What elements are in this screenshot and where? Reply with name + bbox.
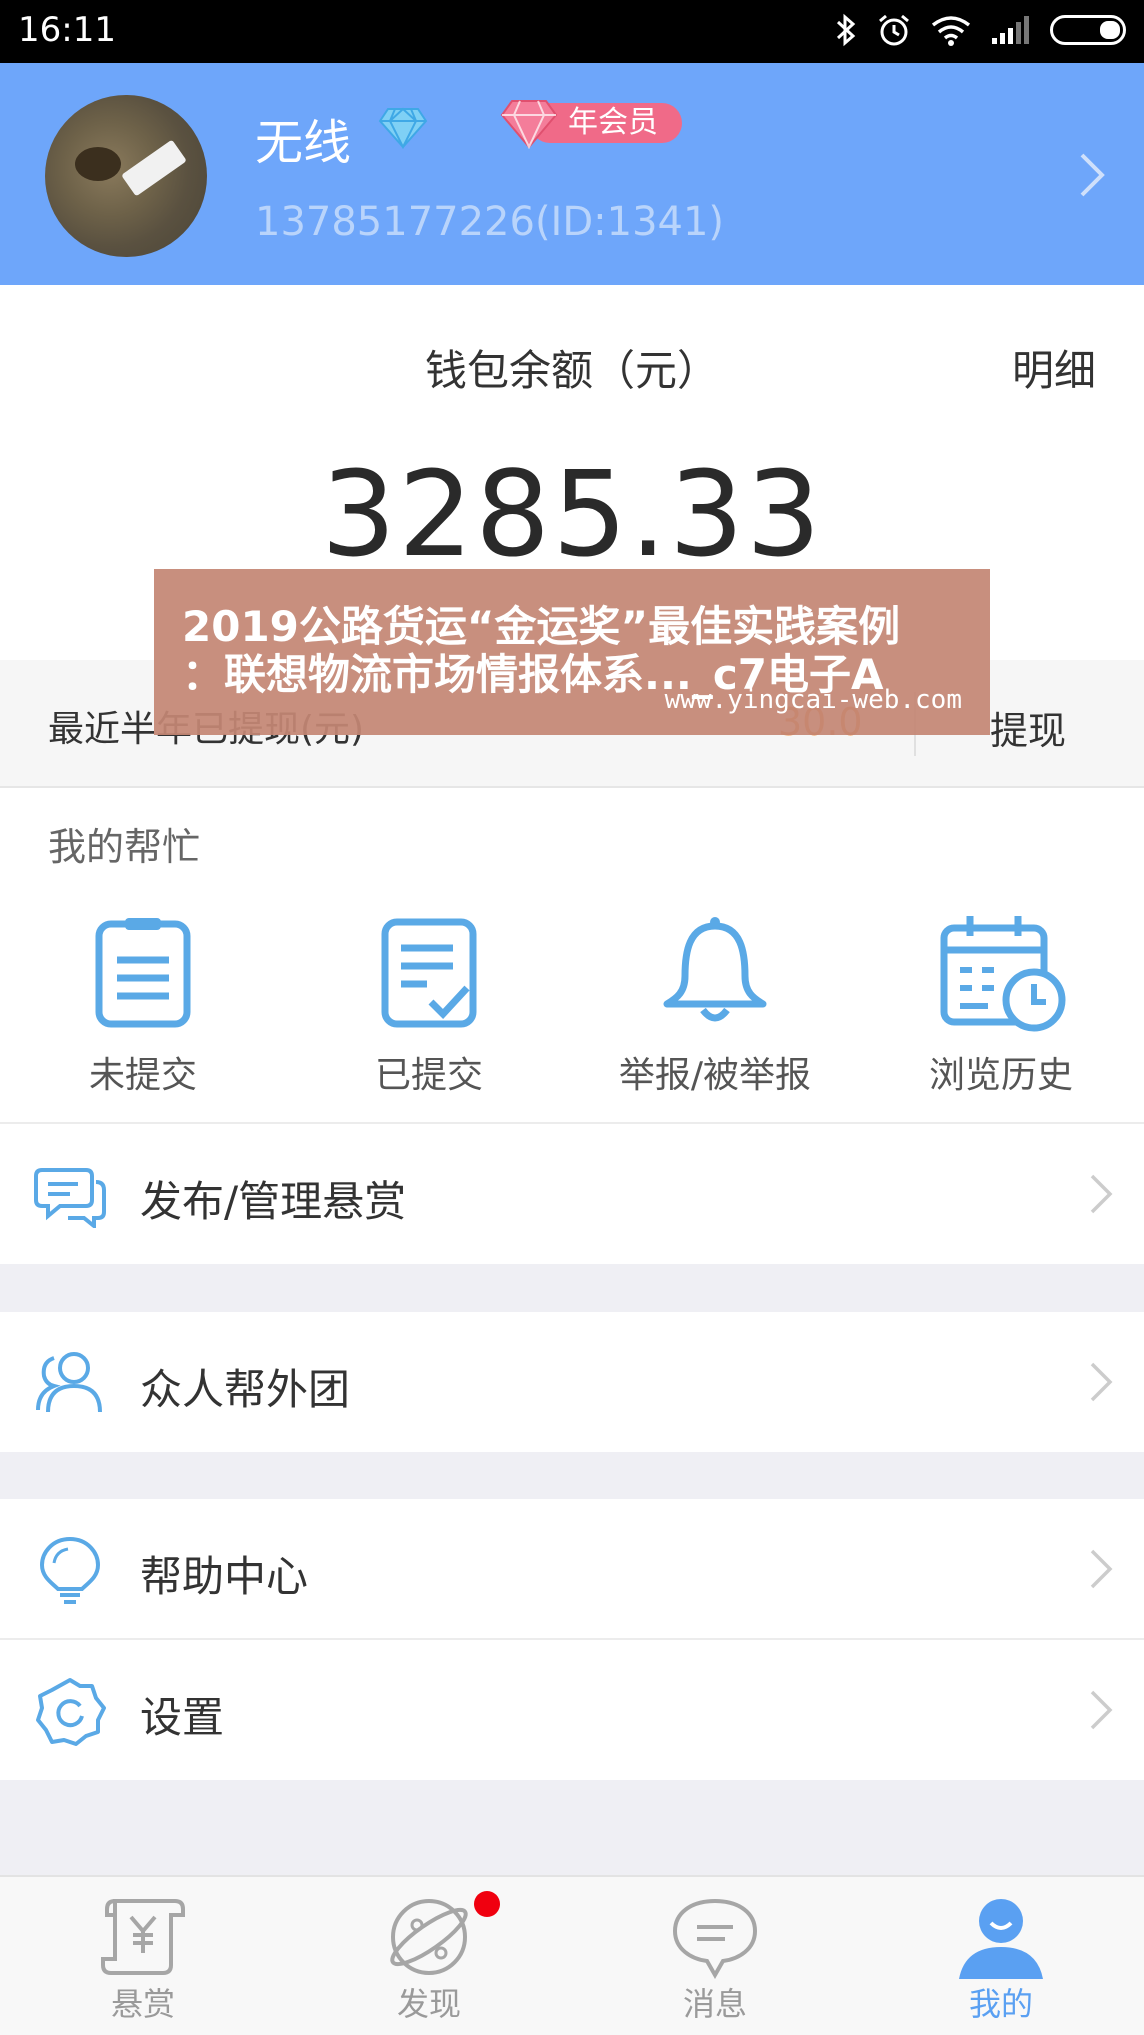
- help-item-label: 举报/被举报: [618, 1055, 812, 1096]
- help-section-title: 我的帮忙: [48, 825, 201, 869]
- menu-label: 发布/管理悬赏: [140, 1177, 407, 1226]
- battery-icon: [1050, 15, 1126, 45]
- overlay-banner: 2019公路货运“金运奖”最佳实践案例 ：联想物流市场情报体系..._c7电子A…: [154, 569, 990, 735]
- tab-messages[interactable]: 消息: [572, 1895, 858, 2025]
- chevron-right-icon: [1090, 1690, 1113, 1730]
- avatar[interactable]: [45, 95, 207, 257]
- clipboard-icon: [95, 918, 191, 1028]
- alarm-icon: [879, 14, 909, 46]
- user-phone-id: 13785177226(ID:1341): [255, 199, 725, 245]
- tab-label: 发现: [396, 1985, 461, 2023]
- bottom-tab-bar: 悬赏 发现 消息 我的: [0, 1875, 1144, 2035]
- tab-label: 悬赏: [110, 1985, 175, 2023]
- menu-row-settings[interactable]: 设置: [0, 1640, 1144, 1780]
- tab-discover[interactable]: 发现: [286, 1895, 572, 2025]
- help-item-label: 未提交: [88, 1055, 197, 1096]
- menu-row-publish[interactable]: 发布/管理悬赏: [0, 1124, 1144, 1264]
- profile-header[interactable]: 无线 年会员 13785177226(ID:1341): [0, 63, 1144, 285]
- user-icon: [959, 1899, 1043, 1979]
- my-help-section: 我的帮忙 未提交 已提交 举报/被举报 浏览历史: [0, 788, 1144, 1124]
- help-item-report[interactable]: 举报/被举报: [572, 912, 858, 1098]
- help-item-submitted[interactable]: 已提交: [286, 912, 572, 1098]
- lightbulb-icon: [39, 1536, 101, 1604]
- chevron-right-icon[interactable]: [1078, 151, 1106, 199]
- gear-icon: [36, 1678, 106, 1746]
- user-nickname: 无线: [255, 115, 352, 171]
- chevron-right-icon: [1090, 1549, 1113, 1589]
- tab-label: 我的: [968, 1985, 1033, 2023]
- help-item-unsubmitted[interactable]: 未提交: [0, 912, 286, 1098]
- chevron-right-icon: [1090, 1362, 1113, 1402]
- status-icons: [834, 12, 1126, 48]
- bluetooth-icon: [836, 13, 856, 47]
- menu-label: 设置: [140, 1693, 225, 1742]
- wifi-icon: [931, 16, 971, 46]
- bell-icon: [663, 917, 767, 1022]
- status-time: 16:11: [18, 10, 116, 50]
- notification-badge: [474, 1891, 500, 1917]
- document-check-icon: [381, 918, 477, 1028]
- menu-row-group[interactable]: 众人帮外团: [0, 1312, 1144, 1452]
- withdraw-button[interactable]: 提现: [990, 700, 1066, 755]
- chat-bubbles-icon: [34, 1168, 106, 1228]
- overlay-url: www.yingcai-web.com: [664, 685, 962, 715]
- wallet-title: 钱包余额（元）: [424, 346, 719, 395]
- chat-bubble-icon: [672, 1898, 758, 1979]
- chevron-right-icon: [1090, 1174, 1113, 1214]
- help-item-label: 浏览历史: [928, 1055, 1073, 1096]
- users-icon: [36, 1352, 102, 1413]
- help-item-history[interactable]: 浏览历史: [858, 912, 1144, 1098]
- scroll-yuan-icon: [101, 1899, 185, 1975]
- tab-label: 消息: [682, 1985, 747, 2023]
- planet-icon: [390, 1899, 468, 1975]
- signal-icon: [992, 16, 1029, 44]
- gem-icon: [500, 100, 558, 149]
- wallet-balance: 3285.33: [321, 445, 823, 583]
- help-item-label: 已提交: [374, 1055, 483, 1096]
- menu-label: 帮助中心: [140, 1552, 309, 1601]
- menu-row-help-center[interactable]: 帮助中心: [0, 1499, 1144, 1639]
- tab-reward[interactable]: 悬赏: [0, 1895, 286, 2025]
- diamond-icon: [378, 107, 428, 149]
- tab-mine[interactable]: 我的: [858, 1895, 1144, 2025]
- calendar-clock-icon: [940, 916, 1066, 1032]
- wallet-detail-link[interactable]: 明细: [1012, 337, 1096, 398]
- status-bar: 16:11: [0, 0, 1144, 63]
- menu-label: 众人帮外团: [140, 1365, 351, 1414]
